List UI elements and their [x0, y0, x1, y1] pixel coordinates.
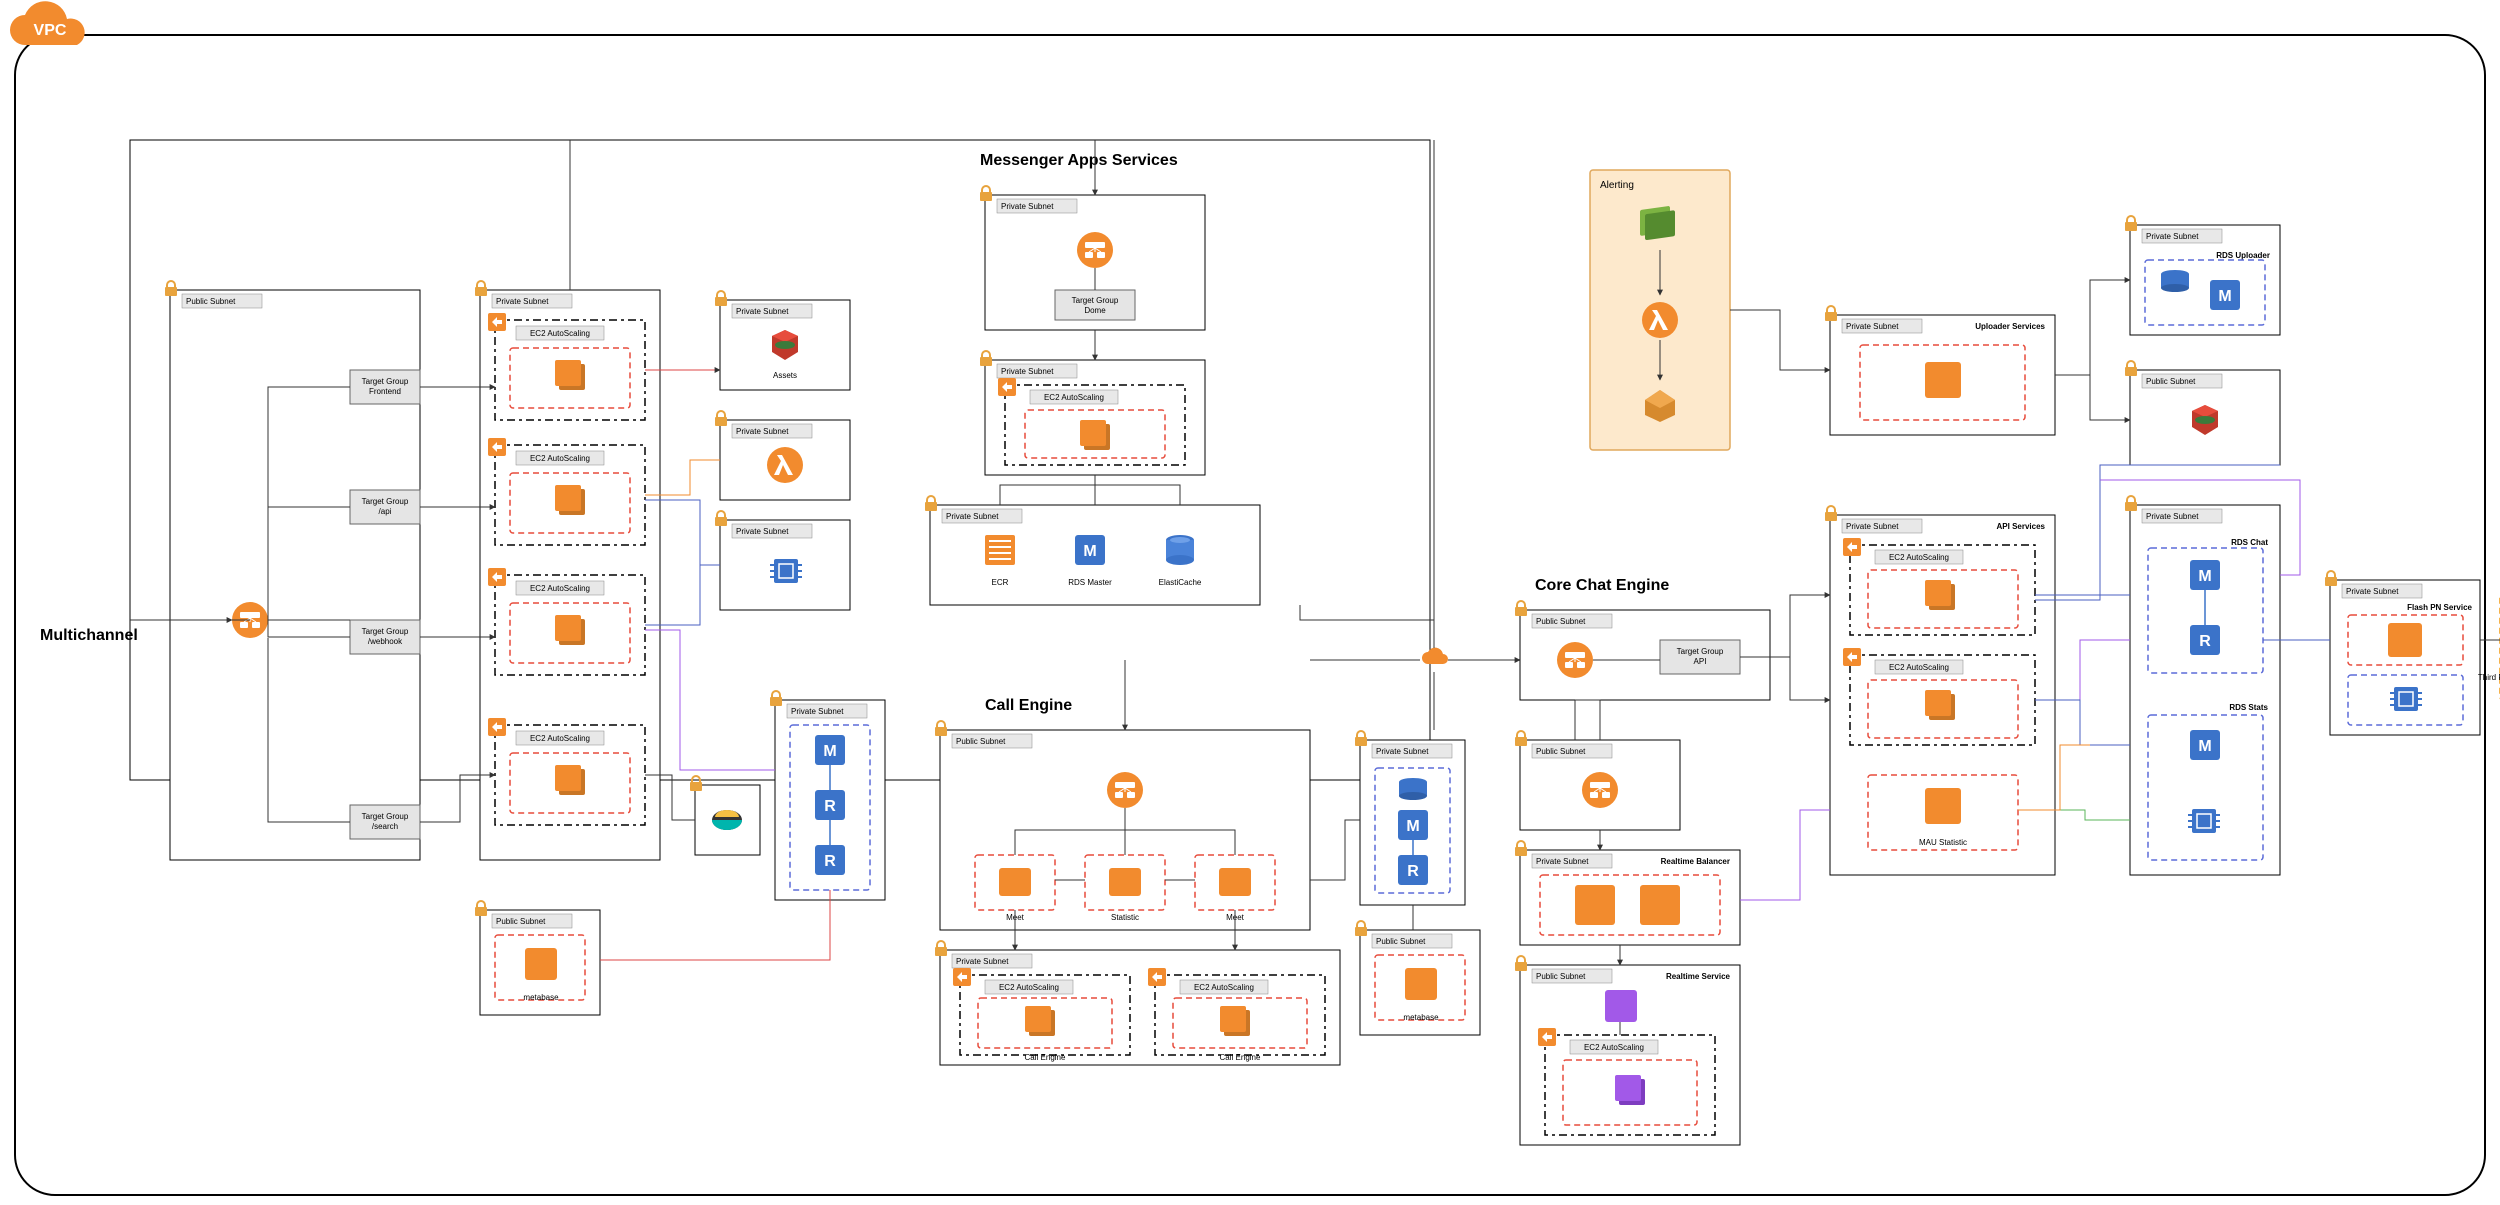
svg-text:EC2 AutoScaling: EC2 AutoScaling [1044, 393, 1104, 402]
svg-text:Public Subnet: Public Subnet [1536, 617, 1586, 626]
svg-text:Private Subnet: Private Subnet [496, 297, 549, 306]
rds-uploader-subnet: Private Subnet RDS Uploader [2125, 216, 2280, 335]
svg-text:EC2 AutoScaling: EC2 AutoScaling [1584, 1043, 1644, 1052]
realtime-elb-subnet: Public Subnet [1515, 731, 1680, 830]
call-engine-asgs-subnet: Private Subnet EC2 AutoScaling Call Engi… [935, 941, 1340, 1065]
vpc-cloud-badge: VPC [10, 1, 85, 45]
svg-text:Private Subnet: Private Subnet [1846, 322, 1899, 331]
metabase-subnet-call: Public Subnet metabase [1355, 921, 1480, 1035]
messenger-title: Messenger Apps Services [980, 152, 1178, 169]
messenger-data-subnet: Private Subnet ECR RDS Master ElastiCach… [925, 496, 1260, 605]
svg-text:Third Party ( FCM/ APNS ): Third Party ( FCM/ APNS ) [2478, 673, 2500, 682]
rds-chat-stats-subnet: Private Subnet RDS Chat RDS Stats [2125, 496, 2280, 875]
svg-text:EC2 AutoScaling: EC2 AutoScaling [1194, 983, 1254, 992]
svg-text:Private Subnet: Private Subnet [2146, 232, 2199, 241]
svg-text:API Services: API Services [1997, 522, 2046, 531]
uploader-services-subnet: Private Subnet Uploader Services [1825, 306, 2055, 435]
mc-public-subnet-label: Public Subnet [186, 297, 236, 306]
svg-text:Public Subnet: Public Subnet [1536, 747, 1586, 756]
svg-text:Statistic: Statistic [1111, 913, 1139, 922]
svg-text:Public Subnet: Public Subnet [1376, 937, 1426, 946]
call-rds-subnet: Private Subnet [1355, 731, 1465, 905]
svg-text:Flash PN Service: Flash PN Service [2407, 603, 2472, 612]
call-engine-elb-subnet: Public Subnet Meet Statistic Meet [935, 721, 1310, 930]
tg-webhook: Target Group/webhook [350, 620, 420, 654]
svg-text:Private Subnet: Private Subnet [1376, 747, 1429, 756]
svg-text:metabase: metabase [523, 993, 559, 1002]
svg-text:Private Subnet: Private Subnet [2346, 587, 2399, 596]
svg-text:Public Subnet: Public Subnet [2146, 377, 2196, 386]
svg-text:EC2 AutoScaling: EC2 AutoScaling [530, 454, 590, 463]
svg-text:EC2 AutoScaling: EC2 AutoScaling [1889, 663, 1949, 672]
api-services-subnet: Private Subnet API Services EC2 AutoScal… [1825, 506, 2055, 875]
tg-search: Target Group/search [350, 805, 420, 839]
svg-text:Realtime Balancer: Realtime Balancer [1661, 857, 1730, 866]
chip-subnet: Private Subnet [715, 511, 850, 610]
vpc-label: VPC [34, 22, 67, 39]
svg-text:Realtime Service: Realtime Service [1666, 972, 1731, 981]
svg-text:Private Subnet: Private Subnet [736, 307, 789, 316]
realtime-service-subnet: Public Subnet Realtime Service EC2 AutoS… [1515, 956, 1740, 1145]
cloud-icon [1422, 648, 1448, 664]
messenger-asg-subnet: Private Subnet EC2 AutoScaling [980, 351, 1205, 475]
multichannel-title: Multichannel [40, 627, 138, 644]
realtime-balancer-subnet: Private Subnet Realtime Balancer [1515, 841, 1740, 945]
tg-api: Target Group/api [350, 490, 420, 524]
svg-text:ElastiCache: ElastiCache [1159, 578, 1202, 587]
svg-text:Private Subnet: Private Subnet [736, 527, 789, 536]
svg-text:EC2 AutoScaling: EC2 AutoScaling [999, 983, 1059, 992]
architecture-diagram: M R [0, 0, 2500, 1205]
svg-text:EC2 AutoScaling: EC2 AutoScaling [530, 734, 590, 743]
svg-text:ECR: ECR [992, 578, 1009, 587]
svg-text:Private Subnet: Private Subnet [1846, 522, 1899, 531]
svg-text:RDS Uploader: RDS Uploader [2216, 251, 2270, 260]
svg-text:Private Subnet: Private Subnet [791, 707, 844, 716]
alerting-panel: Alerting [1590, 170, 1730, 450]
uploader-s3-subnet: Public Subnet [2125, 361, 2280, 465]
assets-subnet: Private Subnet Assets [715, 291, 850, 390]
svg-text:Private Subnet: Private Subnet [956, 957, 1009, 966]
tg-frontend: Target GroupFrontend [350, 370, 420, 404]
svg-text:MAU Statistic: MAU Statistic [1919, 838, 1967, 847]
svg-text:Private Subnet: Private Subnet [2146, 512, 2199, 521]
messenger-elb-subnet: Private Subnet Target GroupDome [980, 186, 1205, 330]
svg-text:EC2 AutoScaling: EC2 AutoScaling [530, 329, 590, 338]
call-engine-title: Call Engine [985, 697, 1072, 714]
svg-text:Public Subnet: Public Subnet [956, 737, 1006, 746]
rds-cluster-mc: Private Subnet [770, 691, 885, 900]
svg-text:Private Subnet: Private Subnet [1536, 857, 1589, 866]
svg-text:RDS Chat: RDS Chat [2231, 538, 2268, 547]
svg-text:Alerting: Alerting [1600, 180, 1634, 191]
svg-text:RDS Stats: RDS Stats [2229, 703, 2268, 712]
svg-text:Call Engine: Call Engine [1025, 1053, 1066, 1062]
third-party: Third Party ( FCM/ APNS ) [2478, 595, 2500, 700]
svg-text:Uploader Services: Uploader Services [1975, 322, 2045, 331]
svg-text:Assets: Assets [773, 371, 797, 380]
core-chat-title: Core Chat Engine [1535, 577, 1669, 594]
svg-text:Private Subnet: Private Subnet [1001, 367, 1054, 376]
metabase-subnet-mc: Public Subnet metabase [475, 901, 600, 1015]
svg-text:Private Subnet: Private Subnet [736, 427, 789, 436]
lambda-subnet-mc: Private Subnet [715, 411, 850, 500]
flash-pn-subnet: Private Subnet Flash PN Service [2325, 571, 2480, 735]
svg-text:Target Group/webhook: Target Group/webhook [362, 627, 409, 646]
svg-text:Private Subnet: Private Subnet [946, 512, 999, 521]
es-subnet [690, 776, 760, 855]
svg-text:metabase: metabase [1403, 1013, 1439, 1022]
svg-text:RDS Master: RDS Master [1068, 578, 1112, 587]
svg-text:EC2 AutoScaling: EC2 AutoScaling [530, 584, 590, 593]
svg-text:Private Subnet: Private Subnet [1001, 202, 1054, 211]
svg-text:Public Subnet: Public Subnet [496, 917, 546, 926]
svg-text:Call Engine: Call Engine [1220, 1053, 1261, 1062]
core-elb-subnet: Public Subnet Target GroupAPI [1515, 601, 1770, 700]
svg-text:Public Subnet: Public Subnet [1536, 972, 1586, 981]
svg-text:EC2 AutoScaling: EC2 AutoScaling [1889, 553, 1949, 562]
